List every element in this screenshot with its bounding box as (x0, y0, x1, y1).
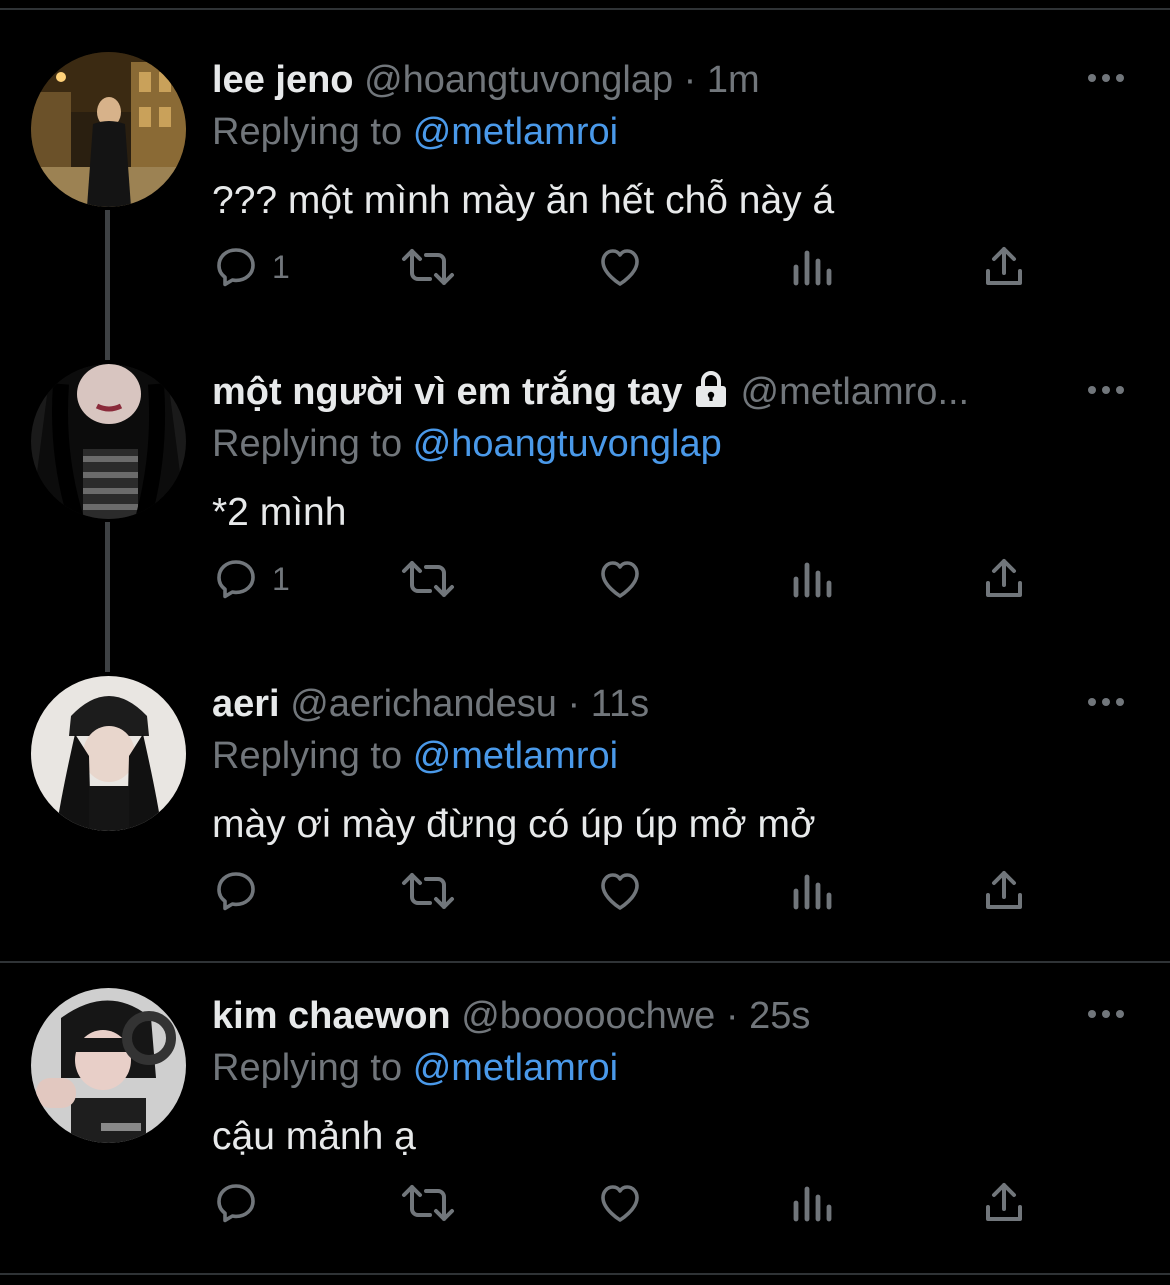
more-icon[interactable] (1086, 694, 1126, 710)
reply-button[interactable]: 1 (212, 554, 290, 604)
tweet-header: aeri @aerichandesu · 11s (212, 680, 1070, 728)
retweet-icon (402, 561, 454, 597)
reply-button[interactable] (212, 1178, 272, 1228)
views-icon (793, 1186, 832, 1222)
like-button[interactable] (596, 242, 644, 292)
top-divider (0, 8, 1170, 10)
user-handle[interactable]: @hoangtuvonglap (364, 59, 673, 101)
views-button[interactable] (790, 866, 834, 916)
timestamp[interactable]: 11s (591, 683, 649, 725)
action-bar (212, 1178, 1052, 1228)
reply-button[interactable] (212, 866, 272, 916)
more-icon[interactable] (1086, 1006, 1126, 1022)
bottom-divider (0, 1273, 1170, 1275)
retweet-button[interactable] (400, 866, 456, 916)
share-button[interactable] (980, 1178, 1028, 1228)
heart-icon (601, 561, 639, 598)
reply-count: 1 (272, 248, 290, 285)
reply-feed: lee jeno @hoangtuvonglap · 1m Replying t… (0, 0, 1170, 1285)
replying-to-label: Replying to (212, 423, 403, 465)
replying-to-link[interactable]: @metlamroi (413, 735, 618, 777)
display-name[interactable]: một người vì em trắng tay (212, 371, 683, 413)
display-name[interactable]: kim chaewon (212, 995, 451, 1037)
share-icon (986, 247, 1022, 285)
tweet[interactable]: kim chaewon @booooochwe · 25s Replying t… (0, 988, 1170, 1285)
more-icon[interactable] (1086, 70, 1126, 86)
share-button[interactable] (980, 242, 1028, 292)
replying-to-line: Replying to @hoangtuvonglap (212, 420, 722, 468)
replying-to-line: Replying to @metlamroi (212, 108, 618, 156)
tweet[interactable]: lee jeno @hoangtuvonglap · 1m Replying t… (0, 52, 1170, 364)
tweet-text: cậu mảnh ạ (212, 1115, 416, 1158)
more-icon[interactable] (1086, 382, 1126, 398)
replying-to-label: Replying to (212, 111, 403, 153)
replying-to-line: Replying to @metlamroi (212, 1044, 618, 1092)
timestamp[interactable]: 1m (707, 59, 760, 101)
views-icon (793, 874, 832, 910)
action-bar (212, 866, 1052, 916)
lock-icon (691, 370, 731, 420)
tweet-text: ??? một mình mày ăn hết chỗ này á (212, 179, 835, 222)
share-button[interactable] (980, 554, 1028, 604)
heart-icon (601, 1185, 639, 1222)
replying-to-link[interactable]: @metlamroi (413, 111, 618, 153)
views-icon (793, 562, 832, 598)
reply-icon (217, 872, 255, 911)
retweet-button[interactable] (400, 554, 456, 604)
share-icon (986, 1183, 1022, 1221)
like-button[interactable] (596, 866, 644, 916)
user-handle[interactable]: @metlamro... (741, 371, 970, 413)
views-icon (793, 250, 832, 286)
avatar[interactable] (31, 364, 186, 519)
tweet-header: lee jeno @hoangtuvonglap · 1m (212, 56, 1070, 104)
tweet-text: mày ơi mày đừng có úp úp mở mở (212, 803, 816, 846)
like-button[interactable] (596, 554, 644, 604)
heart-icon (601, 249, 639, 286)
display-name[interactable]: lee jeno (212, 59, 354, 101)
avatar[interactable] (31, 676, 186, 831)
reply-button[interactable]: 1 (212, 242, 290, 292)
tweet-header: một người vì em trắng tay @metlamro... (212, 368, 1070, 420)
reply-icon (217, 248, 255, 287)
share-icon (986, 559, 1022, 597)
replying-to-link[interactable]: @hoangtuvonglap (413, 423, 722, 465)
avatar[interactable] (31, 52, 186, 207)
views-button[interactable] (790, 242, 834, 292)
views-button[interactable] (790, 554, 834, 604)
replying-to-label: Replying to (212, 1047, 403, 1089)
tweet-divider (0, 961, 1170, 963)
tweet-header: kim chaewon @booooochwe · 25s (212, 992, 1070, 1040)
share-icon (986, 871, 1022, 909)
retweet-button[interactable] (400, 242, 456, 292)
reply-icon (217, 1184, 255, 1223)
action-bar: 1 (212, 242, 1052, 292)
display-name[interactable]: aeri (212, 683, 280, 725)
replying-to-line: Replying to @metlamroi (212, 732, 618, 780)
retweet-button[interactable] (400, 1178, 456, 1228)
share-button[interactable] (980, 866, 1028, 916)
separator-dot: · (683, 59, 697, 101)
reply-icon (217, 560, 255, 599)
action-bar: 1 (212, 554, 1052, 604)
views-button[interactable] (790, 1178, 834, 1228)
tweet-text: *2 mình (212, 491, 347, 534)
like-button[interactable] (596, 1178, 644, 1228)
avatar[interactable] (31, 988, 186, 1143)
retweet-icon (402, 1185, 454, 1221)
heart-icon (601, 873, 639, 910)
user-handle[interactable]: @aerichandesu (290, 683, 557, 725)
separator-dot: · (567, 683, 581, 725)
reply-count: 1 (272, 560, 290, 597)
retweet-icon (402, 249, 454, 285)
retweet-icon (402, 873, 454, 909)
replying-to-link[interactable]: @metlamroi (413, 1047, 618, 1089)
tweet[interactable]: aeri @aerichandesu · 11s Replying to @me… (0, 676, 1170, 988)
user-handle[interactable]: @booooochwe (461, 995, 715, 1037)
timestamp[interactable]: 25s (749, 995, 810, 1037)
replying-to-label: Replying to (212, 735, 403, 777)
separator-dot: · (725, 995, 739, 1037)
tweet[interactable]: một người vì em trắng tay @metlamro... Re… (0, 364, 1170, 676)
